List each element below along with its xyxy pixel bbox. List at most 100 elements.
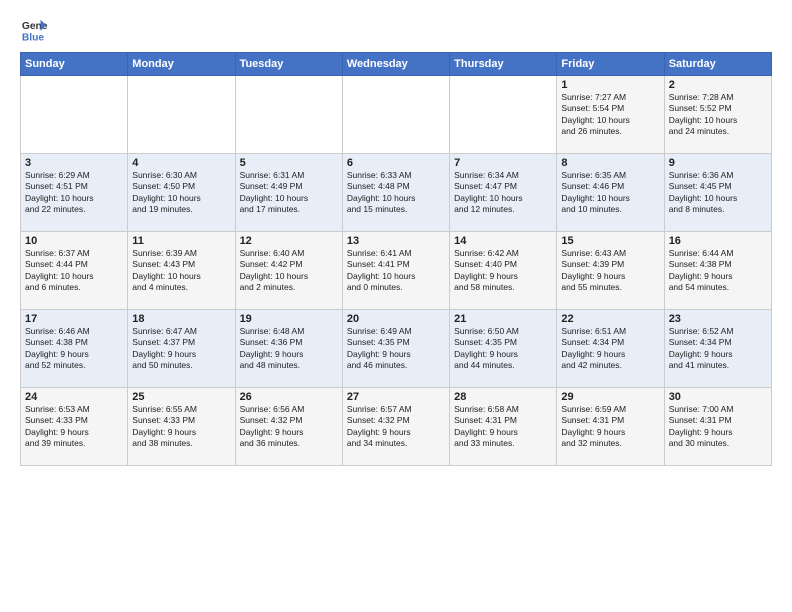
calendar-cell: 11Sunrise: 6:39 AM Sunset: 4:43 PM Dayli…: [128, 232, 235, 310]
day-info: Sunrise: 6:42 AM Sunset: 4:40 PM Dayligh…: [454, 248, 552, 294]
day-number: 1: [561, 79, 659, 91]
calendar-cell: 23Sunrise: 6:52 AM Sunset: 4:34 PM Dayli…: [664, 310, 771, 388]
day-number: 5: [240, 157, 338, 169]
calendar-cell: 6Sunrise: 6:33 AM Sunset: 4:48 PM Daylig…: [342, 154, 449, 232]
calendar-cell: 1Sunrise: 7:27 AM Sunset: 5:54 PM Daylig…: [557, 76, 664, 154]
day-number: 2: [669, 79, 767, 91]
svg-text:Blue: Blue: [22, 32, 45, 43]
calendar-cell: 12Sunrise: 6:40 AM Sunset: 4:42 PM Dayli…: [235, 232, 342, 310]
calendar-cell: 17Sunrise: 6:46 AM Sunset: 4:38 PM Dayli…: [21, 310, 128, 388]
calendar-cell: 3Sunrise: 6:29 AM Sunset: 4:51 PM Daylig…: [21, 154, 128, 232]
day-info: Sunrise: 6:44 AM Sunset: 4:38 PM Dayligh…: [669, 248, 767, 294]
week-row-0: 1Sunrise: 7:27 AM Sunset: 5:54 PM Daylig…: [21, 76, 772, 154]
day-number: 30: [669, 391, 767, 403]
header-day-friday: Friday: [557, 53, 664, 76]
day-number: 25: [132, 391, 230, 403]
week-row-3: 17Sunrise: 6:46 AM Sunset: 4:38 PM Dayli…: [21, 310, 772, 388]
calendar-cell: 2Sunrise: 7:28 AM Sunset: 5:52 PM Daylig…: [664, 76, 771, 154]
calendar-cell: 21Sunrise: 6:50 AM Sunset: 4:35 PM Dayli…: [450, 310, 557, 388]
calendar-cell: 15Sunrise: 6:43 AM Sunset: 4:39 PM Dayli…: [557, 232, 664, 310]
day-number: 8: [561, 157, 659, 169]
calendar-cell: 24Sunrise: 6:53 AM Sunset: 4:33 PM Dayli…: [21, 388, 128, 466]
calendar-table: SundayMondayTuesdayWednesdayThursdayFrid…: [20, 52, 772, 466]
calendar-cell: 19Sunrise: 6:48 AM Sunset: 4:36 PM Dayli…: [235, 310, 342, 388]
header: General Blue: [20, 16, 772, 44]
day-number: 3: [25, 157, 123, 169]
calendar-cell: [235, 76, 342, 154]
header-day-wednesday: Wednesday: [342, 53, 449, 76]
day-number: 4: [132, 157, 230, 169]
day-info: Sunrise: 6:31 AM Sunset: 4:49 PM Dayligh…: [240, 170, 338, 216]
day-info: Sunrise: 6:48 AM Sunset: 4:36 PM Dayligh…: [240, 326, 338, 372]
day-info: Sunrise: 6:41 AM Sunset: 4:41 PM Dayligh…: [347, 248, 445, 294]
day-info: Sunrise: 6:58 AM Sunset: 4:31 PM Dayligh…: [454, 404, 552, 450]
day-info: Sunrise: 6:50 AM Sunset: 4:35 PM Dayligh…: [454, 326, 552, 372]
day-info: Sunrise: 6:52 AM Sunset: 4:34 PM Dayligh…: [669, 326, 767, 372]
day-info: Sunrise: 6:51 AM Sunset: 4:34 PM Dayligh…: [561, 326, 659, 372]
calendar-cell: 28Sunrise: 6:58 AM Sunset: 4:31 PM Dayli…: [450, 388, 557, 466]
header-day-monday: Monday: [128, 53, 235, 76]
day-info: Sunrise: 6:35 AM Sunset: 4:46 PM Dayligh…: [561, 170, 659, 216]
day-info: Sunrise: 6:47 AM Sunset: 4:37 PM Dayligh…: [132, 326, 230, 372]
calendar-cell: 13Sunrise: 6:41 AM Sunset: 4:41 PM Dayli…: [342, 232, 449, 310]
day-info: Sunrise: 6:59 AM Sunset: 4:31 PM Dayligh…: [561, 404, 659, 450]
day-number: 28: [454, 391, 552, 403]
calendar-cell: 8Sunrise: 6:35 AM Sunset: 4:46 PM Daylig…: [557, 154, 664, 232]
calendar-cell: 7Sunrise: 6:34 AM Sunset: 4:47 PM Daylig…: [450, 154, 557, 232]
calendar-cell: 4Sunrise: 6:30 AM Sunset: 4:50 PM Daylig…: [128, 154, 235, 232]
header-day-thursday: Thursday: [450, 53, 557, 76]
calendar-cell: 27Sunrise: 6:57 AM Sunset: 4:32 PM Dayli…: [342, 388, 449, 466]
logo: General Blue: [20, 16, 52, 44]
day-number: 18: [132, 313, 230, 325]
calendar-cell: 26Sunrise: 6:56 AM Sunset: 4:32 PM Dayli…: [235, 388, 342, 466]
calendar-cell: 25Sunrise: 6:55 AM Sunset: 4:33 PM Dayli…: [128, 388, 235, 466]
calendar-cell: [342, 76, 449, 154]
header-day-tuesday: Tuesday: [235, 53, 342, 76]
calendar-cell: 29Sunrise: 6:59 AM Sunset: 4:31 PM Dayli…: [557, 388, 664, 466]
day-number: 13: [347, 235, 445, 247]
calendar-cell: 14Sunrise: 6:42 AM Sunset: 4:40 PM Dayli…: [450, 232, 557, 310]
calendar-cell: 20Sunrise: 6:49 AM Sunset: 4:35 PM Dayli…: [342, 310, 449, 388]
day-number: 22: [561, 313, 659, 325]
day-info: Sunrise: 6:36 AM Sunset: 4:45 PM Dayligh…: [669, 170, 767, 216]
day-info: Sunrise: 6:53 AM Sunset: 4:33 PM Dayligh…: [25, 404, 123, 450]
day-info: Sunrise: 7:28 AM Sunset: 5:52 PM Dayligh…: [669, 92, 767, 138]
week-row-2: 10Sunrise: 6:37 AM Sunset: 4:44 PM Dayli…: [21, 232, 772, 310]
day-number: 24: [25, 391, 123, 403]
day-info: Sunrise: 6:30 AM Sunset: 4:50 PM Dayligh…: [132, 170, 230, 216]
day-number: 27: [347, 391, 445, 403]
day-info: Sunrise: 6:40 AM Sunset: 4:42 PM Dayligh…: [240, 248, 338, 294]
day-number: 11: [132, 235, 230, 247]
calendar-cell: [21, 76, 128, 154]
day-number: 19: [240, 313, 338, 325]
day-number: 10: [25, 235, 123, 247]
day-number: 23: [669, 313, 767, 325]
day-info: Sunrise: 7:27 AM Sunset: 5:54 PM Dayligh…: [561, 92, 659, 138]
day-info: Sunrise: 6:39 AM Sunset: 4:43 PM Dayligh…: [132, 248, 230, 294]
calendar-cell: 16Sunrise: 6:44 AM Sunset: 4:38 PM Dayli…: [664, 232, 771, 310]
calendar-cell: [128, 76, 235, 154]
header-row: SundayMondayTuesdayWednesdayThursdayFrid…: [21, 53, 772, 76]
day-number: 16: [669, 235, 767, 247]
day-info: Sunrise: 6:37 AM Sunset: 4:44 PM Dayligh…: [25, 248, 123, 294]
day-number: 9: [669, 157, 767, 169]
day-info: Sunrise: 6:46 AM Sunset: 4:38 PM Dayligh…: [25, 326, 123, 372]
day-number: 21: [454, 313, 552, 325]
calendar-cell: 22Sunrise: 6:51 AM Sunset: 4:34 PM Dayli…: [557, 310, 664, 388]
calendar-cell: 9Sunrise: 6:36 AM Sunset: 4:45 PM Daylig…: [664, 154, 771, 232]
day-number: 29: [561, 391, 659, 403]
day-info: Sunrise: 6:34 AM Sunset: 4:47 PM Dayligh…: [454, 170, 552, 216]
day-number: 12: [240, 235, 338, 247]
calendar-cell: [450, 76, 557, 154]
day-number: 7: [454, 157, 552, 169]
day-number: 15: [561, 235, 659, 247]
week-row-1: 3Sunrise: 6:29 AM Sunset: 4:51 PM Daylig…: [21, 154, 772, 232]
day-info: Sunrise: 6:43 AM Sunset: 4:39 PM Dayligh…: [561, 248, 659, 294]
day-number: 17: [25, 313, 123, 325]
calendar-cell: 5Sunrise: 6:31 AM Sunset: 4:49 PM Daylig…: [235, 154, 342, 232]
day-info: Sunrise: 6:56 AM Sunset: 4:32 PM Dayligh…: [240, 404, 338, 450]
calendar-cell: 10Sunrise: 6:37 AM Sunset: 4:44 PM Dayli…: [21, 232, 128, 310]
day-number: 6: [347, 157, 445, 169]
day-info: Sunrise: 6:49 AM Sunset: 4:35 PM Dayligh…: [347, 326, 445, 372]
header-day-sunday: Sunday: [21, 53, 128, 76]
